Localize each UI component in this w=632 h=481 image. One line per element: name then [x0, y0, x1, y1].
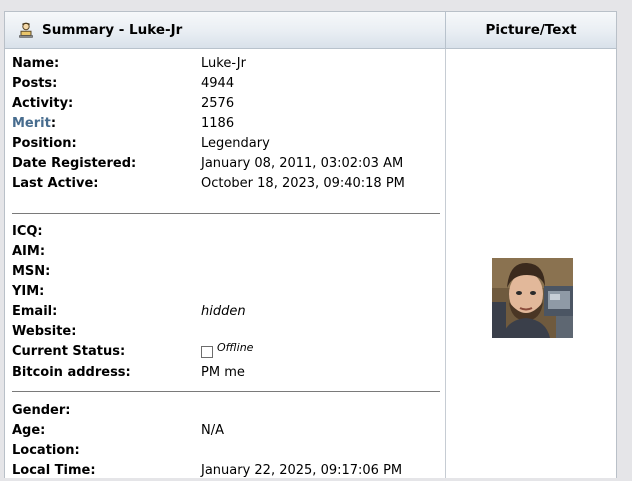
activity-label: Activity: — [12, 96, 74, 111]
posts-value: 4944 — [201, 76, 235, 91]
age-label: Age: — [12, 423, 46, 438]
summary-details: Name: Luke-Jr Posts: 4944 Activity: 2576… — [5, 49, 446, 478]
yim-label: YIM: — [12, 284, 45, 299]
picture-text-header: Picture/Text — [485, 22, 577, 38]
bitcoin-address-value: PM me — [201, 365, 245, 380]
merit-link[interactable]: Merit — [12, 116, 51, 131]
bitcoin-address-label: Bitcoin address: — [12, 365, 131, 380]
local-time-value: January 22, 2025, 09:17:06 PM — [201, 463, 403, 478]
user-profile-icon — [19, 22, 33, 38]
msn-label: MSN: — [12, 264, 51, 279]
activity-value: 2576 — [201, 96, 235, 111]
profile-summary-panel: Summary - Luke-Jr Picture/Text Name: Luk… — [4, 11, 617, 478]
name-label: Name: — [12, 56, 60, 71]
current-status-label: Current Status: — [12, 344, 126, 359]
age-value: N/A — [201, 423, 224, 438]
posts-label: Posts: — [12, 76, 58, 91]
summary-title: Summary - Luke-Jr — [42, 22, 183, 38]
date-registered-value: January 08, 2011, 03:02:03 AM — [201, 156, 404, 171]
name-value: Luke-Jr — [201, 56, 246, 71]
local-time-label: Local Time: — [12, 463, 96, 478]
email-value: hidden — [201, 304, 246, 319]
gender-label: Gender: — [12, 403, 71, 418]
merit-label-group: Merit: — [12, 114, 56, 134]
summary-header: Summary - Luke-Jr — [5, 12, 446, 48]
website-label: Website: — [12, 324, 77, 339]
current-status-value: Offline — [201, 341, 254, 362]
aim-label: AIM: — [12, 244, 46, 259]
email-label: Email: — [12, 304, 58, 319]
avatar — [492, 258, 573, 338]
status-text: Offline — [217, 341, 254, 354]
title-bar: Summary - Luke-Jr Picture/Text — [5, 12, 616, 49]
location-label: Location: — [12, 443, 80, 458]
icq-label: ICQ: — [12, 224, 43, 239]
position-value: Legendary — [201, 136, 270, 151]
divider — [12, 213, 440, 214]
merit-value: 1186 — [201, 116, 235, 131]
date-registered-label: Date Registered: — [12, 156, 137, 171]
position-label: Position: — [12, 136, 77, 151]
divider — [12, 391, 440, 392]
last-active-value: October 18, 2023, 09:40:18 PM — [201, 176, 405, 191]
offline-status-icon — [201, 346, 213, 358]
last-active-label: Last Active: — [12, 176, 99, 191]
merit-colon: : — [50, 116, 57, 131]
